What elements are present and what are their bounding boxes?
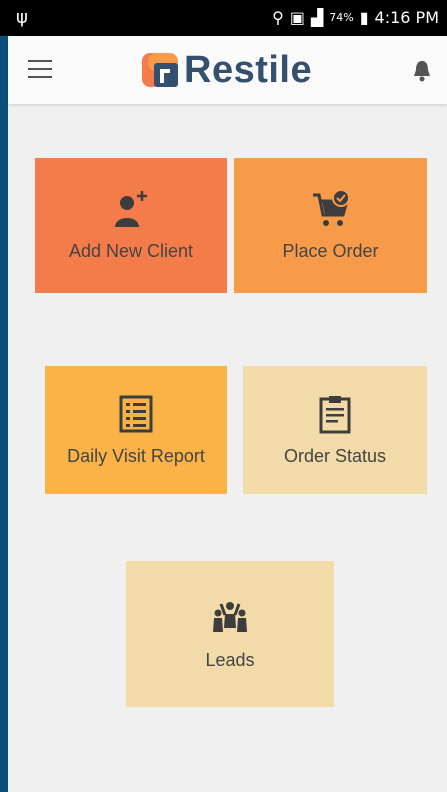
tile-label: Leads	[205, 649, 255, 670]
clock: 4:16 PM	[374, 8, 439, 27]
place-order-tile[interactable]: Place Order	[234, 158, 427, 293]
add-new-client-tile[interactable]: Add New Client	[35, 158, 227, 293]
clipboard-icon	[319, 395, 351, 433]
checklist-icon	[119, 395, 153, 432]
battery-icon: ▮	[359, 8, 369, 27]
app-bar: Restile	[8, 36, 447, 104]
usb-icon: ψ	[16, 7, 28, 28]
tile-label: Place Order	[282, 241, 379, 261]
status-bar: ψ ⚲ ▣ ▟ 74% ▮ 4:16 PM	[0, 0, 447, 36]
people-group-icon	[213, 601, 247, 632]
status-icons: ⚲ ▣ ▟ 74% ▮ 4:16 PM	[272, 8, 439, 27]
add-person-icon	[115, 191, 147, 227]
brand-logo: Restile	[142, 48, 312, 92]
sim-icon: ▣	[289, 8, 305, 27]
tile-label: Add New Client	[68, 241, 194, 261]
cart-check-icon	[312, 189, 350, 226]
bell-icon[interactable]	[411, 58, 433, 82]
daily-visit-report-tile[interactable]: Daily Visit Report	[45, 366, 227, 494]
logo-mark-icon	[142, 53, 178, 87]
order-status-tile[interactable]: Order Status	[243, 366, 427, 494]
app-screen: Restile Add New Client Place Order Daily…	[8, 36, 447, 792]
brand-name: Restile	[184, 49, 313, 91]
wifi-icon: ⚲	[272, 8, 284, 27]
hamburger-icon[interactable]	[28, 60, 52, 80]
battery-percent: 74%	[329, 11, 354, 24]
leads-tile[interactable]: Leads	[126, 561, 334, 707]
tile-label: Daily Visit Report	[67, 445, 205, 466]
signal-icon: ▟	[310, 8, 324, 27]
tile-label: Order Status	[283, 445, 387, 466]
